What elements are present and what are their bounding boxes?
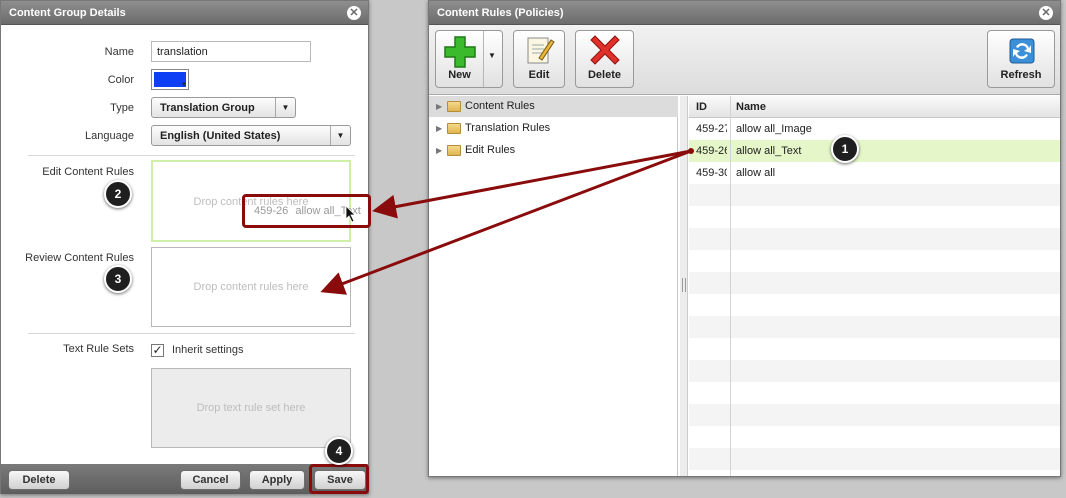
cursor-arrow-icon <box>345 205 356 223</box>
annotation-badge-2: 2 <box>104 180 132 208</box>
annotation-badge-4: 4 <box>325 437 353 465</box>
annotation-badge-3: 3 <box>104 265 132 293</box>
annotation-arrows <box>320 148 694 295</box>
annotation-badge-1: 1 <box>831 135 859 163</box>
